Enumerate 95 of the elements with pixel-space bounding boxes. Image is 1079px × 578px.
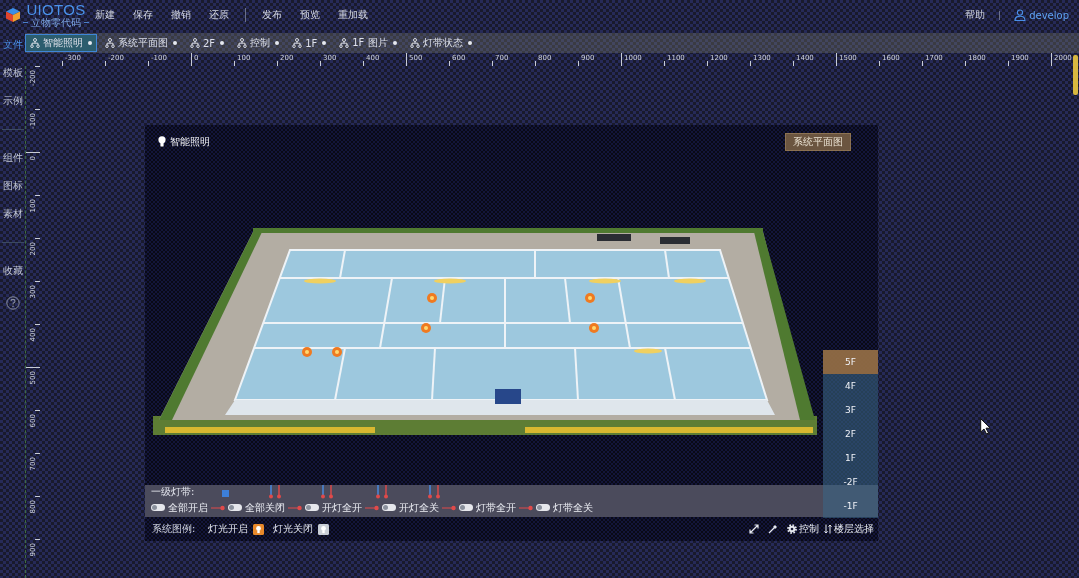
control-button[interactable]: 控制 xyxy=(787,522,819,536)
legend-label: 灯光开启 xyxy=(208,522,249,536)
hierarchy-icon xyxy=(30,38,40,48)
scrollbar-thumb[interactable] xyxy=(1073,55,1078,95)
toggle-switch[interactable] xyxy=(305,504,319,511)
tab[interactable]: 1F 图片 xyxy=(334,34,402,52)
lamp-marker-icon xyxy=(427,293,437,303)
floor-option[interactable]: 2F xyxy=(823,422,878,446)
lamp-marker-icon xyxy=(585,293,595,303)
dot-icon xyxy=(275,41,280,45)
toolbar-button[interactable]: 新建 xyxy=(95,9,115,21)
sidebar-item[interactable]: 素材 xyxy=(0,200,25,228)
tab[interactable]: 智能照明 xyxy=(25,34,97,52)
switch-label: 开灯全关 xyxy=(399,502,439,513)
cable-drawing xyxy=(376,485,388,499)
user-icon xyxy=(1014,9,1027,21)
toolbar-button[interactable]: 撤销 xyxy=(171,9,191,21)
floor-option[interactable]: -1F xyxy=(823,494,878,518)
toolbar-button[interactable]: 预览 xyxy=(300,9,320,21)
floor-option[interactable]: -2F xyxy=(823,470,878,494)
panel-title: 智能照明 xyxy=(170,134,210,149)
toolbar-button[interactable]: 重加载 xyxy=(338,9,368,21)
toolbar-button[interactable]: 保存 xyxy=(133,9,153,21)
toggle-switch[interactable] xyxy=(228,504,242,511)
sidebar-item[interactable]: 模板 xyxy=(0,59,25,87)
floor-option[interactable]: 1F xyxy=(823,446,878,470)
dot-icon xyxy=(322,41,327,45)
toolbar-button[interactable]: 发布 xyxy=(262,9,282,21)
switch-label: 全部关闭 xyxy=(245,502,285,513)
help-link[interactable]: 帮助 xyxy=(965,9,986,21)
cube-logo-icon xyxy=(5,7,21,23)
toggle-switch[interactable] xyxy=(536,504,550,511)
floor-option[interactable]: 3F xyxy=(823,398,878,422)
toggle-switch[interactable] xyxy=(459,504,473,511)
dot-icon xyxy=(88,41,92,45)
strip-title: 一级灯带: xyxy=(151,486,195,498)
help-icon[interactable] xyxy=(5,296,20,310)
tab[interactable]: 系统平面图 xyxy=(100,34,182,52)
dot-icon xyxy=(220,41,225,45)
cable-drawing xyxy=(269,485,281,499)
lightbulb-icon xyxy=(158,136,166,147)
hierarchy-icon xyxy=(105,38,115,48)
user-menu[interactable]: develop xyxy=(1014,9,1069,21)
tab[interactable]: 2F xyxy=(185,34,230,52)
dot-icon xyxy=(467,41,472,45)
hierarchy-icon xyxy=(190,38,200,48)
sidebar-item[interactable]: 收藏 xyxy=(0,257,25,285)
dot-icon xyxy=(173,41,177,45)
sidebar-item[interactable]: 示例 xyxy=(0,87,25,115)
switch-label: 灯带全关 xyxy=(553,502,593,513)
connector-line xyxy=(211,504,225,511)
sidebar-item[interactable]: 图标 xyxy=(0,172,25,200)
sidebar-item[interactable]: 文件 xyxy=(0,31,25,59)
toggle-switch[interactable] xyxy=(151,504,165,511)
marker-icon xyxy=(222,490,229,497)
toolbar-button[interactable]: 还原 xyxy=(209,9,229,21)
hierarchy-icon xyxy=(237,38,248,48)
connector-line xyxy=(519,504,533,511)
logo-text: UIOTOS xyxy=(26,2,86,17)
lamp-off-icon xyxy=(318,523,330,535)
cable-drawing xyxy=(428,485,440,499)
tab[interactable]: 灯带状态 xyxy=(404,34,477,52)
hierarchy-icon xyxy=(292,38,303,48)
switch-label: 灯带全开 xyxy=(476,502,516,513)
floor-plan-button[interactable]: 系统平面图 xyxy=(785,132,851,151)
legend-title: 系统图例: xyxy=(152,522,196,536)
legend-label: 灯光关闭 xyxy=(273,522,314,536)
lamp-on-icon xyxy=(253,523,265,535)
logo-tagline: 立物零代码 xyxy=(23,17,89,28)
cable-drawing xyxy=(321,485,333,499)
expand-icon[interactable] xyxy=(749,524,759,534)
lamp-marker-icon xyxy=(302,347,312,357)
lamp-marker-icon xyxy=(589,323,599,333)
entrance-door xyxy=(495,389,521,404)
connector-line xyxy=(365,504,379,511)
sidebar-item[interactable]: 组件 xyxy=(0,144,25,172)
switch-label: 开灯全开 xyxy=(322,502,362,513)
lamp-marker-icon xyxy=(421,323,431,333)
dot-icon xyxy=(392,41,397,45)
floor-option[interactable]: 4F xyxy=(823,374,878,398)
sort-icon xyxy=(824,524,832,534)
hierarchy-icon xyxy=(409,38,420,48)
switch-label: 全部开启 xyxy=(168,502,208,513)
gear-icon xyxy=(787,524,797,534)
lamp-marker-icon xyxy=(332,347,342,357)
mouse-cursor-icon xyxy=(980,418,991,435)
toggle-switch[interactable] xyxy=(382,504,396,511)
floor-select-button[interactable]: 楼层选择 xyxy=(824,522,874,536)
tab[interactable]: 1F xyxy=(287,34,332,52)
floor-option[interactable]: 5F xyxy=(823,350,878,374)
connector-line xyxy=(288,504,302,511)
connector-line xyxy=(442,504,456,511)
hierarchy-icon xyxy=(339,38,350,48)
tab[interactable]: 控制 xyxy=(232,34,285,52)
pin-icon[interactable] xyxy=(768,524,778,534)
